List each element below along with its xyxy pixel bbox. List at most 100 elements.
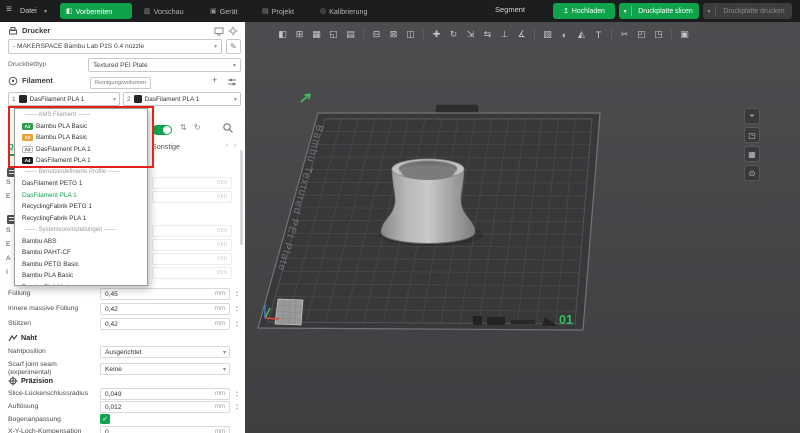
perspective-icon[interactable]: ◳ [744, 127, 760, 143]
filament-settings-icon[interactable] [227, 77, 237, 87]
stepper-control[interactable]: ▴▾ [233, 290, 241, 298]
wipe-tower[interactable] [275, 299, 303, 325]
add-object-icon[interactable]: ⊞ [292, 27, 307, 42]
param-field-partial[interactable]: mm [152, 177, 232, 189]
split-parts-icon[interactable]: ◳ [651, 27, 666, 42]
tab-label: Vorbereiten [76, 7, 113, 16]
fill-plate-icon[interactable]: ▤ [343, 27, 358, 42]
prepare-icon: ◧ [66, 7, 73, 15]
tab-scroll-left-icon[interactable]: ‹ [226, 142, 228, 149]
stepper-control[interactable]: ▴▾ [233, 320, 241, 328]
plate-settings-icon[interactable]: ◧ [275, 27, 290, 42]
seam-paint-icon[interactable]: ◭ [574, 27, 589, 42]
tab-kalibrierung[interactable]: ◎ Kalibrierung [314, 3, 386, 19]
advanced-mode-toggle[interactable] [152, 125, 172, 135]
dropdown-item[interactable]: Bambu PLA Basic [15, 270, 147, 282]
sidebar-scrollbar[interactable] [240, 150, 243, 245]
move-icon[interactable]: ✚ [429, 27, 444, 42]
seam-position-select[interactable]: Ausgerichtet ▾ [100, 346, 230, 358]
dropdown-item[interactable]: Bambu PLA Matte [15, 282, 147, 287]
viewport-3d[interactable]: Bambu Textured PEI Plate [245, 22, 800, 433]
stepper-control[interactable]: ▴▾ [233, 390, 241, 398]
dropdown-item-selected[interactable]: DasFilament PLA 1 [15, 190, 147, 202]
toolbar-divider [363, 29, 364, 41]
dropdown-item[interactable]: Bambu PETG Basic [15, 259, 147, 271]
param-label-fragment: E [6, 193, 11, 200]
main-menu-icon[interactable]: ≡ [6, 4, 12, 15]
dropdown-item[interactable]: RecyclingFabrik PLA 1 [15, 213, 147, 225]
infill-line-width-field[interactable]: 0,45 mm [100, 288, 230, 300]
check-icon: ✓ [102, 415, 108, 423]
scarf-joint-seam-select[interactable]: Keine ▾ [100, 363, 230, 375]
printer-connection-icon[interactable] [214, 26, 224, 36]
cut-icon[interactable]: ✂ [617, 27, 632, 42]
delete-object-icon[interactable]: ⊟ [369, 27, 384, 42]
reset-params-icon[interactable]: ↻ [194, 123, 201, 132]
x-axis [265, 318, 279, 319]
tab-vorbereiten[interactable]: ◧ Vorbereiten [60, 3, 132, 19]
printer-settings-icon[interactable] [228, 26, 238, 36]
lay-flat-icon[interactable]: ⊥ [497, 27, 512, 42]
param-value: Keine [105, 366, 223, 373]
fit-view-icon[interactable]: ⌖ [744, 108, 760, 124]
dropdown-item[interactable]: Bambu PAHT-CF [15, 247, 147, 259]
resolution-field[interactable]: 0,012 mm [100, 401, 230, 413]
xy-hole-compensation-field[interactable]: 0 mm [100, 426, 230, 433]
param-field-partial[interactable]: mm [152, 267, 232, 279]
dropdown-item[interactable]: DasFilament PETG 1 [15, 178, 147, 190]
precision-section-icon [8, 376, 18, 386]
rotate-icon[interactable]: ↻ [446, 27, 461, 42]
tab-projekt[interactable]: ▤ Projekt [256, 3, 310, 19]
assembly-view-icon[interactable]: ▣ [677, 27, 692, 42]
split-plate-icon[interactable]: ◫ [403, 27, 418, 42]
tab-geraet[interactable]: ▣ Gerät [204, 3, 252, 19]
measure-icon[interactable]: ∡ [514, 27, 529, 42]
slice-gap-closing-field[interactable]: 0,049 mm [100, 388, 230, 400]
printer-preset-select[interactable]: - MAKERSPACE Bambu Lab P1S 0.4 nozzle ▾ [8, 39, 222, 54]
param-field-partial[interactable]: mm [152, 225, 232, 237]
internal-solid-infill-field[interactable]: 0,42 mm [100, 303, 230, 315]
edit-printer-preset-button[interactable]: ✎ [226, 39, 241, 54]
param-field-partial[interactable]: mm [152, 239, 232, 251]
add-text-icon[interactable]: T [591, 27, 606, 42]
search-icon[interactable] [222, 122, 234, 134]
dropdown-item[interactable]: Bambu ABS [15, 236, 147, 248]
file-menu-caret-icon: ▾ [44, 8, 47, 15]
bed-type-select[interactable]: Textured PEI Plate ▾ [88, 58, 241, 72]
clone-object-icon[interactable]: ⊠ [386, 27, 401, 42]
plate-list-icon[interactable]: ▦ [744, 146, 760, 162]
slice-plate-button[interactable]: ▾ Druckplatte slicen [619, 3, 699, 19]
file-menu[interactable]: Datei [20, 6, 37, 15]
dropdown-item-label: Bambu PLA Basic [22, 272, 73, 279]
tab-scroll-right-icon[interactable]: › [234, 142, 236, 149]
model-object-cylinder[interactable] [381, 159, 475, 243]
auto-arrange-icon[interactable]: ▦ [309, 27, 324, 42]
dropdown-item[interactable]: RecyclingFabrik PETG 1 [15, 201, 147, 213]
lock-icon[interactable]: ⊙ [744, 165, 760, 181]
plate-marker-icon[interactable] [301, 94, 310, 102]
support-paint-icon[interactable]: ▨ [540, 27, 555, 42]
slice-dropdown-caret-icon[interactable]: ▾ [619, 8, 631, 15]
add-filament-icon[interactable]: + [212, 75, 217, 85]
tab-vorschau[interactable]: ▥ Vorschau [138, 3, 200, 19]
flush-volumes-button[interactable]: Reinigungsvolumen [90, 77, 151, 89]
filament-slot-1[interactable]: 1 DasFilament PLA 1 ▾ [8, 92, 120, 106]
tab-sonstige[interactable]: Sonstige [152, 142, 180, 151]
filament-slot-2[interactable]: 2 DasFilament PLA 1 ▾ [123, 92, 241, 106]
color-paint-icon[interactable]: ◐ [557, 27, 572, 42]
filament-section-title: Filament [22, 76, 53, 85]
project-icon: ▤ [262, 7, 269, 15]
split-objects-icon[interactable]: ◰ [634, 27, 649, 42]
mirror-icon[interactable]: ⇆ [480, 27, 495, 42]
param-field-partial[interactable]: mm [152, 191, 232, 203]
filament-name: DasFilament PLA 1 [30, 96, 85, 103]
sort-params-icon[interactable]: ⇅ [180, 123, 187, 132]
arc-fitting-checkbox[interactable]: ✓ [100, 414, 110, 424]
stepper-control[interactable]: ▴▾ [233, 403, 241, 411]
scale-icon[interactable]: ⇲ [463, 27, 478, 42]
stepper-control[interactable]: ▴▾ [233, 305, 241, 313]
support-line-width-field[interactable]: 0,42 mm [100, 318, 230, 330]
upload-button[interactable]: ↥ Hochladen [553, 3, 615, 19]
param-field-partial[interactable]: mm [152, 253, 232, 265]
auto-orient-icon[interactable]: ◱ [326, 27, 341, 42]
